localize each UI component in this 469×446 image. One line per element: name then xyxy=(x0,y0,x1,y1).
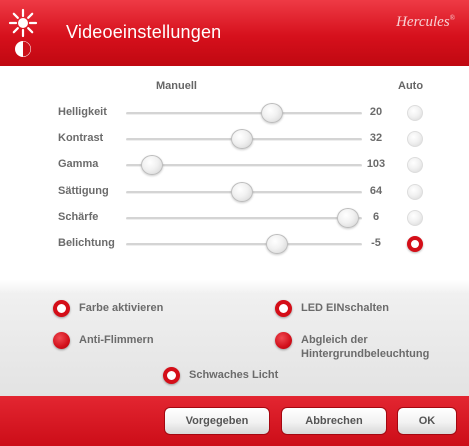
auto-radio-schaerfe[interactable] xyxy=(407,210,423,226)
slider-thumb[interactable] xyxy=(140,155,163,175)
slider-row-belichtung: Belichtung -5 xyxy=(0,231,469,257)
slider-value: 6 xyxy=(372,211,380,223)
belichtung-slider[interactable] xyxy=(126,234,362,254)
radio-icon[interactable] xyxy=(53,300,70,317)
saettigung-slider[interactable] xyxy=(126,182,362,202)
slider-thumb[interactable] xyxy=(230,182,253,202)
slider-value: 20 xyxy=(369,106,383,118)
slider-label: Kontrast xyxy=(58,132,104,144)
option-label: Abgleich der Hintergrundbeleuchtung xyxy=(301,334,430,360)
option-label: LED EINschalten xyxy=(301,302,390,314)
gamma-slider[interactable] xyxy=(126,155,362,175)
auto-radio-kontrast[interactable] xyxy=(407,131,423,147)
window-title: Videoeinstellungen xyxy=(66,22,222,42)
slider-label: Sättigung xyxy=(58,185,109,197)
slider-row-helligkeit: Helligkeit 20 xyxy=(0,100,469,126)
options-panel: Farbe aktivieren LED EINschalten Anti-Fl… xyxy=(0,280,469,396)
slider-value: 64 xyxy=(369,185,383,197)
auto-column-header: Auto xyxy=(398,80,424,92)
slider-value: 103 xyxy=(366,158,386,170)
slider-label: Helligkeit xyxy=(58,106,107,118)
option-label: Schwaches Licht xyxy=(189,369,279,381)
slider-row-saettigung: Sättigung 64 xyxy=(0,179,469,205)
slider-thumb[interactable] xyxy=(266,234,289,254)
slider-value: -5 xyxy=(371,237,381,249)
video-settings-window: Videoeinstellungen Hercules® Manuell Aut… xyxy=(0,0,469,446)
brand-logo: Hercules® xyxy=(396,14,455,30)
slider-value: 32 xyxy=(369,132,383,144)
manual-column-header: Manuell xyxy=(156,80,197,92)
brightness-contrast-icon xyxy=(6,6,60,60)
slider-thumb[interactable] xyxy=(230,129,253,149)
slider-thumb[interactable] xyxy=(336,208,359,228)
auto-radio-gamma[interactable] xyxy=(407,157,423,173)
slider-label: Schärfe xyxy=(58,211,99,223)
radio-icon[interactable] xyxy=(53,332,70,349)
slider-row-kontrast: Kontrast 32 xyxy=(0,126,469,152)
auto-radio-saettigung[interactable] xyxy=(407,184,423,200)
helligkeit-slider[interactable] xyxy=(126,103,362,123)
radio-icon[interactable] xyxy=(275,300,292,317)
option-label: Anti-Flimmern xyxy=(79,334,154,346)
button-bar: Vorgegeben Abbrechen OK xyxy=(0,396,469,446)
schaerfe-slider[interactable] xyxy=(126,208,362,228)
slider-row-schaerfe: Schärfe 6 xyxy=(0,205,469,231)
cancel-button[interactable]: Abbrechen xyxy=(281,407,387,435)
radio-icon[interactable] xyxy=(275,332,292,349)
default-button[interactable]: Vorgegeben xyxy=(164,407,270,435)
auto-radio-belichtung[interactable] xyxy=(407,236,423,252)
slider-label: Gamma xyxy=(58,158,99,170)
auto-radio-helligkeit[interactable] xyxy=(407,105,423,121)
slider-label: Belichtung xyxy=(58,237,115,249)
slider-thumb[interactable] xyxy=(261,103,284,123)
radio-icon[interactable] xyxy=(163,367,180,384)
option-label: Farbe aktivieren xyxy=(79,302,164,314)
video-settings-panel: Manuell Auto Helligkeit 20 Kontrast 32 G… xyxy=(0,66,469,280)
slider-row-gamma: Gamma 103 xyxy=(0,152,469,178)
kontrast-slider[interactable] xyxy=(126,129,362,149)
title-bar: Videoeinstellungen Hercules® xyxy=(0,0,469,66)
ok-button[interactable]: OK xyxy=(397,407,457,435)
